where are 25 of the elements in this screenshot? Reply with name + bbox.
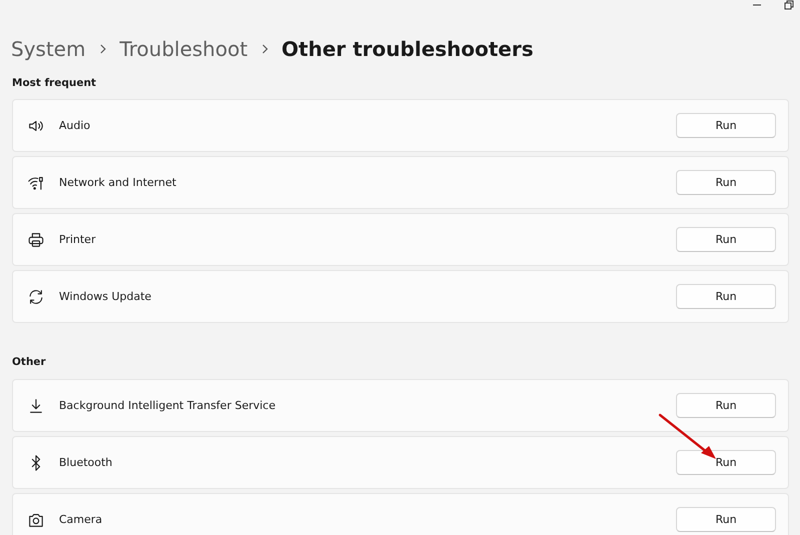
- run-button[interactable]: Run: [676, 170, 776, 195]
- breadcrumb-link[interactable]: Troubleshoot: [120, 37, 248, 61]
- chevron-icon: [260, 44, 270, 54]
- section-heading: Other: [11, 355, 47, 370]
- restore-icon[interactable]: [784, 0, 794, 10]
- run-button[interactable]: Run: [676, 284, 776, 309]
- troubleshooter-label: Background Intelligent Transfer Service: [59, 399, 276, 412]
- run-button[interactable]: Run: [676, 393, 776, 418]
- troubleshooter-label: Network and Internet: [59, 176, 178, 189]
- page-title: Other troubleshooters: [282, 37, 534, 61]
- run-button[interactable]: Run: [676, 507, 776, 532]
- troubleshooter-label: Windows Update: [59, 290, 152, 303]
- run-button[interactable]: Run: [676, 450, 776, 475]
- troubleshooter-label: Bluetooth: [59, 456, 114, 469]
- download-icon: [27, 396, 45, 414]
- printer-icon: [27, 230, 45, 248]
- chevron-icon: [98, 44, 108, 54]
- run-button[interactable]: Run: [676, 227, 776, 252]
- troubleshooter-label: Camera: [59, 513, 104, 526]
- breadcrumb-link[interactable]: System: [11, 37, 86, 61]
- troubleshooter-label: Printer: [59, 233, 97, 246]
- refresh-icon: [27, 288, 45, 306]
- run-button[interactable]: Run: [676, 113, 776, 138]
- section-heading: Most frequent: [11, 76, 98, 91]
- troubleshooter-label: Audio: [59, 119, 92, 132]
